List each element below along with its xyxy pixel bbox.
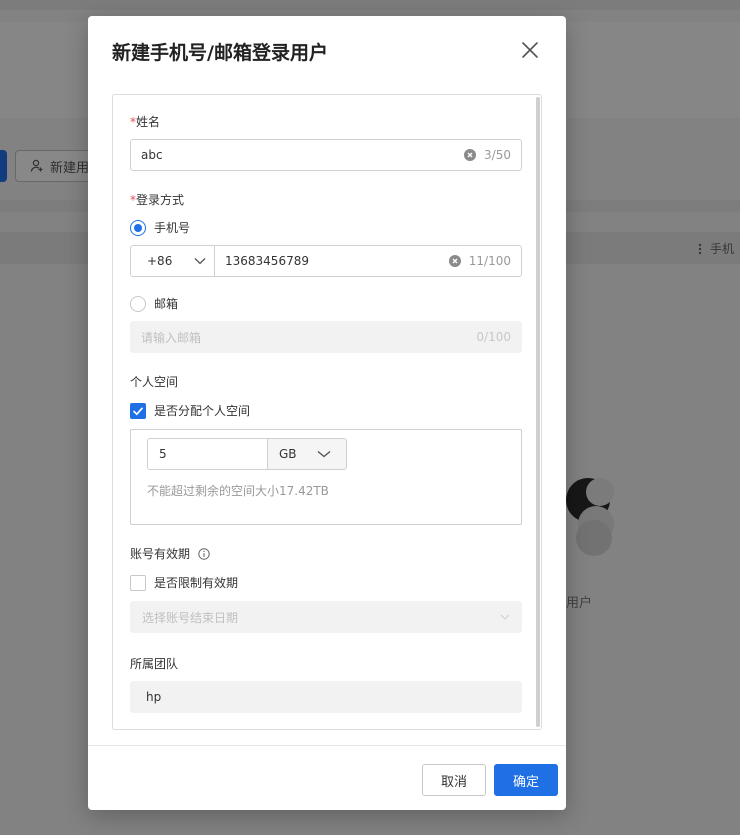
account-validity-label-text: 账号有效期 xyxy=(130,547,191,561)
limit-validity-label: 是否限制有效期 xyxy=(154,576,239,590)
limit-validity-option[interactable]: 是否限制有效期 xyxy=(130,574,238,591)
phone-number-input[interactable]: 13683456789 11/100 xyxy=(215,246,521,276)
name-input[interactable]: abc 3/50 xyxy=(130,139,522,171)
email-radio[interactable] xyxy=(130,295,146,312)
country-code-value: +86 xyxy=(147,254,173,268)
space-settings-panel: 5 GB 不能超过剩余的空间大小17.42TB xyxy=(130,429,522,525)
clear-icon[interactable] xyxy=(464,149,477,161)
phone-radio-label: 手机号 xyxy=(154,221,191,235)
dialog-footer: 取消 确定 xyxy=(88,745,566,810)
space-unit-select[interactable]: GB xyxy=(267,438,347,470)
name-char-count: 3/50 xyxy=(484,148,511,162)
phone-radio[interactable] xyxy=(130,219,146,236)
team-value: hp xyxy=(146,690,162,704)
dialog-title: 新建手机号/邮箱登录用户 xyxy=(112,42,328,64)
form-body: *姓名 abc 3/50 *登录方式 手机号 +86 13683456789 1… xyxy=(112,94,542,730)
email-char-count: 0/100 xyxy=(476,330,511,344)
space-hint-text: 不能超过剩余的空间大小17.42TB xyxy=(147,484,329,498)
chevron-down-icon xyxy=(194,258,206,265)
phone-radio-option[interactable]: 手机号 xyxy=(130,219,190,236)
email-radio-label: 邮箱 xyxy=(154,297,179,311)
create-user-dialog: 新建手机号/邮箱登录用户 *姓名 abc 3/50 *登录方式 手机号 +86 … xyxy=(88,16,566,810)
limit-validity-checkbox[interactable] xyxy=(130,574,146,591)
personal-space-label: 个人空间 xyxy=(130,375,179,389)
check-icon xyxy=(132,406,144,415)
name-label: *姓名 xyxy=(130,113,160,130)
info-icon[interactable] xyxy=(198,547,210,560)
country-code-select[interactable]: +86 xyxy=(131,246,215,276)
assign-space-label: 是否分配个人空间 xyxy=(154,404,251,418)
cancel-button[interactable]: 取消 xyxy=(422,764,486,796)
space-size-input[interactable]: 5 xyxy=(147,438,268,470)
login-method-label-text: 登录方式 xyxy=(136,193,185,207)
phone-number-value: 13683456789 xyxy=(225,254,309,268)
clear-icon[interactable] xyxy=(448,255,461,267)
team-field: hp xyxy=(130,681,522,713)
end-date-select: 选择账号结束日期 xyxy=(130,601,522,633)
space-size-value: 5 xyxy=(159,447,167,461)
account-validity-label: 账号有效期 xyxy=(130,545,210,562)
chevron-down-icon xyxy=(317,450,330,458)
phone-char-count: 11/100 xyxy=(468,254,511,268)
end-date-placeholder: 选择账号结束日期 xyxy=(142,610,239,625)
team-label: 所属团队 xyxy=(130,657,179,671)
close-icon[interactable] xyxy=(520,40,540,60)
chevron-down-icon xyxy=(500,614,510,620)
assign-space-checkbox[interactable] xyxy=(130,402,146,419)
email-radio-option[interactable]: 邮箱 xyxy=(130,295,178,312)
scrollbar-thumb[interactable] xyxy=(536,97,540,727)
assign-space-option[interactable]: 是否分配个人空间 xyxy=(130,402,250,419)
phone-input-group: +86 13683456789 11/100 xyxy=(130,245,522,277)
email-placeholder: 请输入邮箱 xyxy=(141,330,202,345)
login-method-label: *登录方式 xyxy=(130,191,184,208)
name-input-value: abc xyxy=(141,148,163,162)
email-input: 请输入邮箱 0/100 xyxy=(130,321,522,353)
confirm-button[interactable]: 确定 xyxy=(494,764,558,796)
name-label-text: 姓名 xyxy=(136,115,161,129)
space-unit-value: GB xyxy=(279,447,297,461)
